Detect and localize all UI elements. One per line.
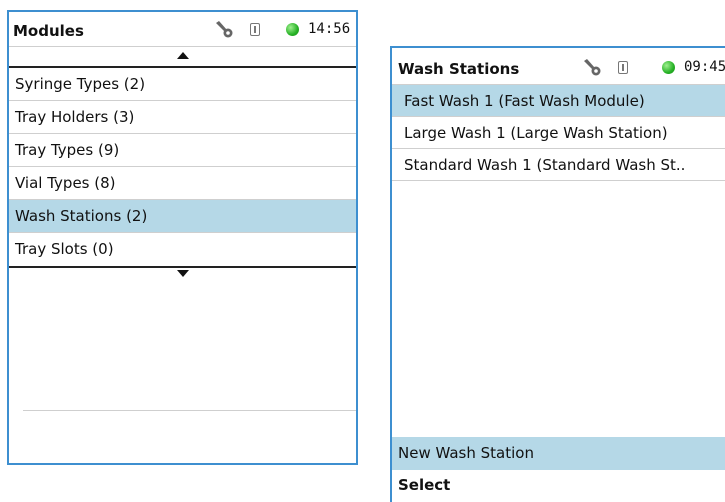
list-item-tray-slots[interactable]: Tray Slots (0) [9, 233, 356, 266]
list-item-standard-wash[interactable]: Standard Wash 1 (Standard Wash St.. [392, 149, 725, 181]
select-softkey[interactable]: Select [398, 476, 450, 494]
list-item-wash-stations[interactable]: Wash Stations (2) [9, 200, 356, 233]
list-item-large-wash[interactable]: Large Wash 1 (Large Wash Station) [392, 117, 725, 149]
status-led-icon [662, 60, 675, 74]
wash-stations-list: Fast Wash 1 (Fast Wash Module) Large Was… [392, 85, 725, 181]
new-wash-station-button[interactable]: New Wash Station [392, 437, 725, 470]
list-item-fast-wash[interactable]: Fast Wash 1 (Fast Wash Module) [392, 85, 725, 117]
status-led-icon [286, 22, 299, 36]
usb-icon [618, 60, 628, 74]
scroll-up-icon[interactable] [176, 52, 189, 59]
list-item-tray-holders[interactable]: Tray Holders (3) [9, 101, 356, 134]
wash-stations-screen: Wash Stations 09:45 Fast Wash 1 (Fast Wa… [390, 46, 725, 502]
scroll-down-row[interactable] [9, 268, 356, 287]
footer-divider [23, 410, 356, 411]
modules-list: Syringe Types (2) Tray Holders (3) Tray … [9, 68, 356, 266]
clock: 14:56 [308, 21, 351, 37]
wrench-icon [584, 59, 601, 76]
wrench-icon [216, 21, 233, 38]
list-item-tray-types[interactable]: Tray Types (9) [9, 134, 356, 167]
list-item-syringe-types[interactable]: Syringe Types (2) [9, 68, 356, 101]
screen-title: Wash Stations [398, 60, 520, 78]
modules-screen: Modules 14:56 Syringe Types (2) Tray Hol… [7, 10, 358, 465]
screen-title: Modules [13, 22, 84, 40]
list-item-vial-types[interactable]: Vial Types (8) [9, 167, 356, 200]
scroll-down-icon[interactable] [176, 270, 189, 277]
scroll-up-row[interactable] [9, 47, 356, 66]
status-area: 09:45 [582, 58, 725, 76]
clock: 09:45 [684, 59, 725, 75]
usb-icon [250, 22, 260, 36]
status-area: 14:56 [214, 20, 350, 38]
wash-stations-titlebar: Wash Stations 09:45 [392, 48, 725, 85]
modules-titlebar: Modules 14:56 [9, 12, 356, 47]
